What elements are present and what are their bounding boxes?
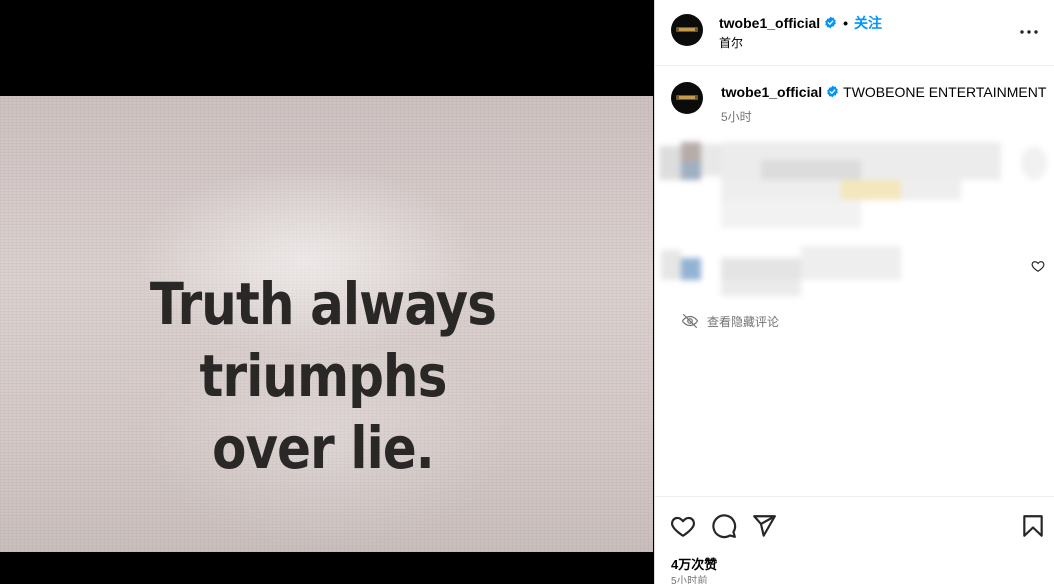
follow-button[interactable]: 关注: [854, 15, 882, 31]
post-image-text: Truth always triumphs over lie.: [149, 270, 497, 482]
avatar[interactable]: [671, 14, 703, 46]
post-media: Truth always triumphs over lie.: [0, 0, 653, 584]
caption-username[interactable]: twobe1_official: [721, 84, 822, 100]
verified-badge-icon: [825, 16, 836, 29]
heart-icon[interactable]: [670, 513, 696, 539]
post-header: twobe1_official • 关注 首尔: [655, 0, 1054, 66]
more-options-icon[interactable]: [1017, 20, 1041, 44]
separator-dot: •: [843, 15, 849, 31]
like-count[interactable]: 4万次赞: [671, 554, 717, 573]
eye-off-icon: [681, 313, 699, 329]
caption-avatar[interactable]: [671, 82, 703, 114]
comment-icon[interactable]: [711, 513, 737, 539]
caption-text: TWOBEONE ENTERTAINMENT: [843, 84, 1047, 100]
caption-timestamp[interactable]: 5小时: [721, 108, 752, 125]
comment-heart-icon[interactable]: [1031, 259, 1045, 273]
post-side-panel: twobe1_official • 关注 首尔 twobe1_official TWO…: [654, 0, 1054, 584]
view-hidden-comments-button[interactable]: 查看隐藏评论: [681, 311, 779, 331]
post-timestamp[interactable]: 5小时前: [671, 572, 708, 584]
header-user-line: twobe1_official • 关注: [719, 13, 882, 33]
caption-line: twobe1_official TWOBEONE ENTERTAINMENT: [721, 84, 1046, 100]
share-icon[interactable]: [751, 513, 777, 539]
view-hidden-comments-label: 查看隐藏评论: [707, 314, 780, 329]
username-link[interactable]: twobe1_official: [719, 15, 820, 31]
action-bar: 4万次赞 5小时前: [655, 496, 1054, 584]
bookmark-icon[interactable]: [1020, 513, 1046, 539]
blurred-comment: [655, 242, 1015, 298]
verified-badge-icon: [827, 85, 838, 98]
blurred-comment: [655, 140, 1054, 235]
location-link[interactable]: 首尔: [719, 34, 743, 51]
